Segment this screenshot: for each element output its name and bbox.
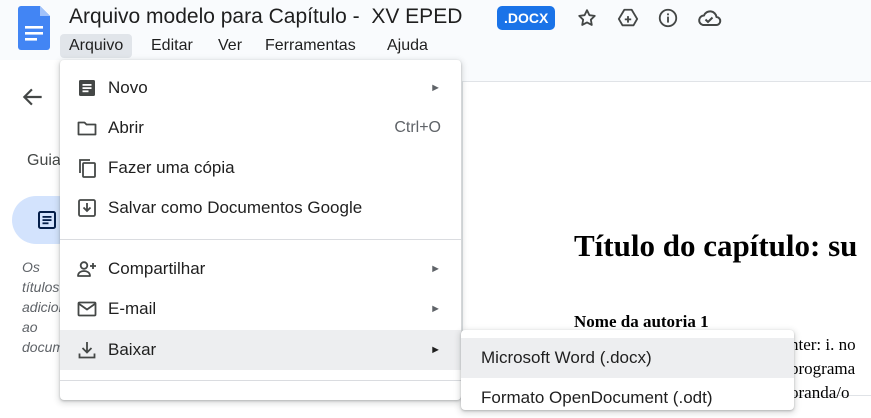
outline-tab-label[interactable]: Guia [27, 152, 61, 170]
menu-item-label: Baixar [108, 340, 157, 359]
menu-item-novo[interactable]: Novo ► [60, 68, 461, 108]
doc-body-line: nter: i. no [790, 335, 856, 354]
back-arrow-icon[interactable] [20, 84, 46, 110]
submenu-arrow-icon: ► [430, 303, 441, 315]
top-bar: Arquivo modelo para Capítulo - XV EPED .… [0, 0, 871, 60]
menu-item-abrir[interactable]: Abrir Ctrl+O [60, 108, 461, 148]
folder-icon [77, 121, 97, 136]
menu-divider [60, 239, 461, 240]
menu-item-email[interactable]: E-mail ► [60, 289, 461, 329]
info-icon[interactable] [657, 7, 679, 29]
menu-ajuda[interactable]: Ajuda [378, 34, 437, 58]
menu-item-label: E-mail [108, 299, 157, 318]
doc-heading: Título do capítulo: su [574, 228, 858, 263]
doc-body-line: oranda/o [790, 383, 850, 402]
cloud-saved-icon[interactable] [696, 7, 722, 29]
menu-arquivo[interactable]: Arquivo [60, 34, 133, 58]
submenu-item-label: Microsoft Word (.docx) [481, 348, 652, 367]
shortcut-label: Ctrl+O [394, 119, 441, 136]
menu-ferramentas[interactable]: Ferramentas [256, 34, 365, 58]
menu-item-label: Abrir [108, 118, 144, 137]
star-icon[interactable] [576, 7, 598, 29]
submenu-arrow-icon: ► [430, 344, 441, 356]
doc-author: Nome da autoria 1 [574, 312, 709, 331]
docs-logo-icon[interactable] [18, 6, 50, 50]
menu-item-label: Compartilhar [108, 259, 206, 278]
menu-ver[interactable]: Ver [209, 34, 251, 58]
download-submenu: Microsoft Word (.docx) Formato OpenDocum… [461, 330, 794, 410]
download-docx[interactable]: Microsoft Word (.docx) [461, 338, 794, 378]
copy-icon [79, 159, 96, 178]
menu-divider [60, 380, 461, 381]
submenu-arrow-icon: ► [430, 263, 441, 275]
save-as-docs-icon [78, 199, 96, 217]
new-document-icon [79, 80, 95, 96]
download-odt[interactable]: Formato OpenDocument (.odt) [461, 378, 794, 418]
document-title[interactable]: Arquivo modelo para Capítulo - XV EPED [69, 5, 462, 29]
menu-item-label: Salvar como Documentos Google [108, 198, 363, 217]
menu-item-salvar-como-docs[interactable]: Salvar como Documentos Google [60, 188, 461, 228]
docx-badge: .DOCX [497, 6, 556, 30]
submenu-arrow-icon: ► [430, 82, 441, 94]
person-add-icon [77, 261, 96, 277]
menu-editar[interactable]: Editar [142, 34, 202, 58]
outline-doc-icon [38, 211, 56, 229]
download-icon [78, 342, 96, 359]
menu-item-label: Fazer uma cópia [108, 158, 235, 177]
move-to-drive-icon[interactable] [617, 7, 639, 29]
menu-item-compartilhar[interactable]: Compartilhar ► [60, 249, 461, 289]
menu-item-fazer-copia[interactable]: Fazer uma cópia [60, 148, 461, 188]
mail-icon [77, 301, 97, 317]
menu-item-label: Novo [108, 78, 148, 97]
doc-body-line: programa [790, 359, 856, 378]
file-menu: Novo ► Abrir Ctrl+O Fazer uma cópia Salv… [60, 60, 461, 400]
menu-item-baixar[interactable]: Baixar ► [60, 330, 461, 370]
submenu-item-label: Formato OpenDocument (.odt) [481, 388, 713, 407]
